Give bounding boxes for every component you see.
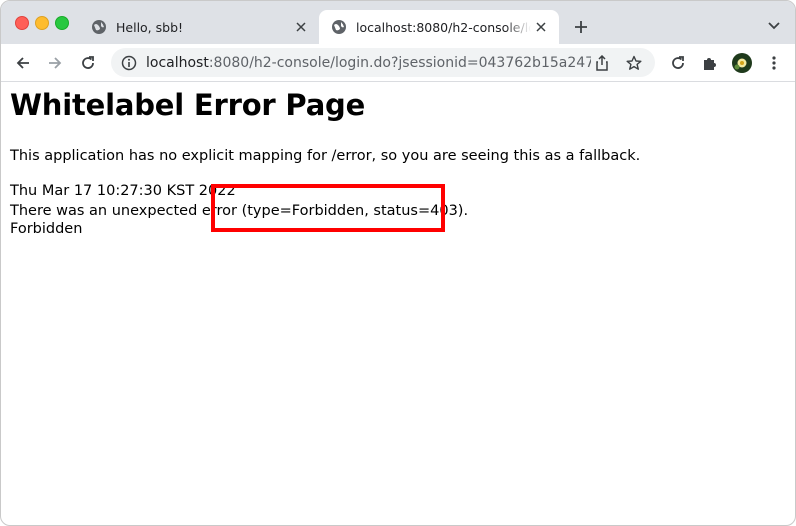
- chrome-menu-button[interactable]: [761, 50, 787, 76]
- error-detail: Forbidden: [10, 221, 83, 237]
- share-icon: [596, 54, 608, 71]
- profile-avatar[interactable]: [729, 50, 755, 76]
- zoom-window-button[interactable]: [55, 16, 69, 30]
- plus-icon: [575, 21, 587, 33]
- share-button[interactable]: [591, 52, 613, 74]
- error-message: This application has no explicit mapping…: [10, 148, 641, 164]
- tab-hello-sbb[interactable]: Hello, sbb!: [79, 10, 319, 44]
- info-icon[interactable]: [121, 55, 137, 71]
- forward-button[interactable]: [42, 50, 68, 76]
- kebab-menu-icon: [772, 56, 776, 70]
- bookmark-button[interactable]: [623, 52, 645, 74]
- highlight-annotation-box: [211, 184, 445, 232]
- url-host: localhost: [146, 54, 209, 71]
- chevron-down-icon: [768, 22, 780, 30]
- close-icon[interactable]: [291, 17, 311, 37]
- address-bar[interactable]: localhost:8080/h2-console/login.do?jsess…: [111, 48, 655, 77]
- url-path: :8080/h2-console/login.do?jsessionid=043…: [208, 54, 591, 71]
- back-button[interactable]: [10, 50, 36, 76]
- avatar-icon: [732, 53, 752, 73]
- reload-extension-button[interactable]: [665, 50, 691, 76]
- globe-icon: [331, 19, 347, 35]
- minimize-window-button[interactable]: [35, 16, 49, 30]
- arrow-right-icon: [49, 57, 62, 69]
- arrow-left-icon: [16, 57, 29, 69]
- star-icon: [626, 55, 642, 70]
- extensions-button[interactable]: [697, 50, 723, 76]
- reload-icon: [672, 56, 684, 69]
- puzzle-icon: [704, 58, 716, 70]
- tab-strip: Hello, sbb! localhost:8080/h2-console/lo…: [1, 1, 795, 44]
- page-title: Whitelabel Error Page: [10, 88, 366, 122]
- browser-window: Hello, sbb! localhost:8080/h2-console/lo…: [0, 0, 796, 526]
- reload-button[interactable]: [75, 50, 101, 76]
- tab-h2-console[interactable]: localhost:8080/h2-console/login.do?jsess…: [319, 10, 559, 44]
- browser-toolbar: localhost:8080/h2-console/login.do?jsess…: [1, 44, 795, 82]
- url-text[interactable]: localhost:8080/h2-console/login.do?jsess…: [146, 55, 591, 71]
- error-timestamp: Thu Mar 17 10:27:30 KST 2022: [10, 183, 236, 199]
- close-icon[interactable]: [531, 17, 551, 37]
- tab-search-button[interactable]: [763, 15, 785, 37]
- new-tab-button[interactable]: [569, 15, 593, 39]
- close-window-button[interactable]: [15, 16, 29, 30]
- globe-icon: [91, 19, 107, 35]
- tab-title: Hello, sbb!: [116, 19, 184, 35]
- reload-icon: [82, 56, 94, 69]
- tab-title: localhost:8080/h2-console/login.do?jsess…: [356, 19, 531, 35]
